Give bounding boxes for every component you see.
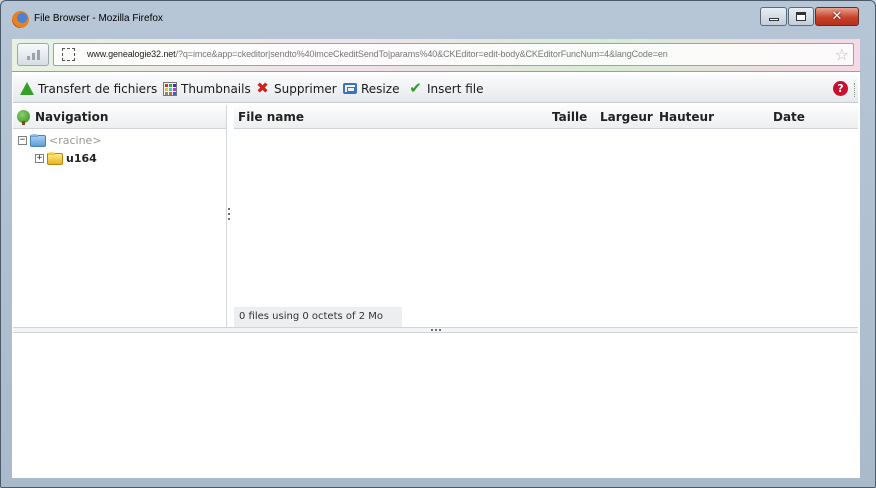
upload-arrow-icon	[19, 81, 34, 96]
imce-toolbar: Transfert de fichiers Thumbnails ✖ Suppr…	[13, 75, 858, 103]
delete-x-icon: ✖	[256, 79, 269, 97]
folder-icon	[47, 151, 63, 165]
site-info-button[interactable]	[17, 43, 49, 66]
thumbnails-button[interactable]: Thumbnails	[162, 81, 251, 96]
tree-item-u164[interactable]: + u164	[35, 151, 97, 165]
resize-label: Resize	[361, 81, 400, 96]
firefox-logo-icon	[12, 11, 29, 28]
resize-icon	[342, 81, 357, 96]
file-list-header: File name Taille Largeur Hauteur Date	[234, 105, 858, 129]
minimize-icon	[768, 18, 779, 21]
url-text: www.genealogie32.net/?q=imce&app=ckedito…	[87, 49, 668, 59]
minimize-button[interactable]	[760, 7, 787, 26]
url-field[interactable]: www.genealogie32.net/?q=imce&app=ckedito…	[53, 43, 854, 66]
bookmark-star-icon[interactable]: ☆	[835, 45, 849, 64]
column-size[interactable]: Taille	[552, 110, 587, 124]
column-height[interactable]: Hauteur	[659, 110, 714, 124]
signal-bar-icon	[37, 50, 40, 60]
help-icon[interactable]: ?	[833, 81, 848, 96]
imce-file-browser: Transfert de fichiers Thumbnails ✖ Suppr…	[12, 72, 860, 478]
resize-button[interactable]: Resize	[342, 81, 399, 96]
navigation-title: Navigation	[35, 110, 109, 124]
expand-icon[interactable]: +	[35, 154, 44, 163]
thumbnails-grid-icon	[162, 81, 177, 96]
browser-window: File Browser - Mozilla Firefox ✕ www.gen…	[0, 0, 876, 488]
horizontal-splitter-handle[interactable]	[13, 327, 858, 333]
maximize-icon	[796, 12, 806, 21]
root-folder-label[interactable]: <racine>	[49, 134, 102, 147]
insert-file-button[interactable]: ✔ Insert file	[408, 79, 484, 97]
thumbnails-label: Thumbnails	[181, 81, 251, 96]
delete-label: Supprimer	[274, 81, 337, 96]
checkmark-icon: ✔	[409, 79, 422, 97]
column-width[interactable]: Largeur	[600, 110, 653, 124]
navigation-bar: www.genealogie32.net/?q=imce&app=ckedito…	[12, 39, 860, 72]
quota-status: 0 files using 0 octets of 2 Mo	[234, 307, 402, 327]
file-list-pane: File name Taille Largeur Hauteur Date 0 …	[234, 105, 858, 327]
column-file-name[interactable]: File name	[238, 110, 304, 124]
signal-bar-icon	[27, 56, 30, 60]
url-path: /?q=imce&app=ckeditor|sendto%40imceCkedi…	[175, 49, 668, 59]
tree-icon	[17, 110, 30, 125]
delete-button[interactable]: ✖ Supprimer	[255, 81, 337, 96]
url-domain: www.genealogie32.net	[87, 49, 176, 59]
navigation-pane: Navigation − <racine> + u164	[13, 105, 227, 327]
folder-label[interactable]: u164	[66, 152, 97, 165]
title-bar[interactable]: File Browser - Mozilla Firefox ✕	[1, 1, 875, 33]
maximize-button[interactable]	[788, 7, 814, 26]
upload-button[interactable]: Transfert de fichiers	[19, 81, 157, 96]
signal-bar-icon	[32, 53, 35, 60]
close-button[interactable]: ✕	[815, 7, 859, 26]
close-icon: ✕	[831, 9, 843, 24]
column-date[interactable]: Date	[773, 110, 805, 124]
tree-item-root[interactable]: − <racine>	[18, 133, 102, 147]
page-icon	[62, 48, 75, 61]
navigation-header: Navigation	[13, 105, 226, 129]
vertical-splitter-handle[interactable]	[228, 208, 231, 224]
toolbar-separator	[854, 83, 856, 97]
insert-file-label: Insert file	[427, 81, 484, 96]
collapse-icon[interactable]: −	[18, 136, 27, 145]
window-title: File Browser - Mozilla Firefox	[34, 13, 163, 24]
open-folder-icon	[30, 133, 46, 147]
preview-pane	[13, 334, 858, 477]
upload-label: Transfert de fichiers	[38, 81, 158, 96]
